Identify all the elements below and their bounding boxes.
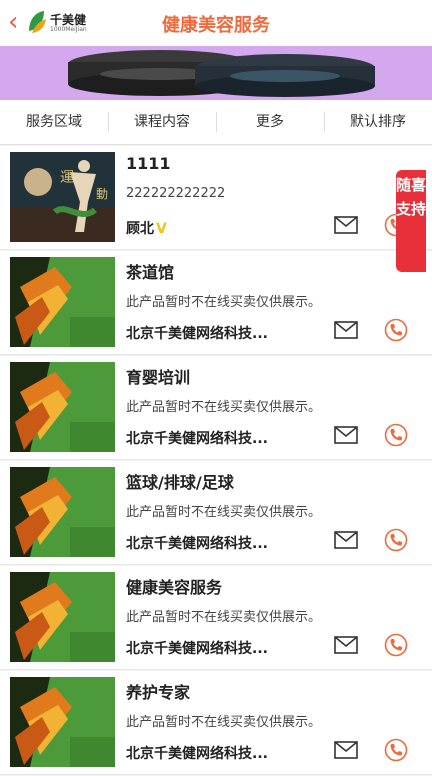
svg-text:動: 動: [96, 187, 108, 201]
placeholder-image: [10, 257, 115, 347]
product-thumbnail: [10, 362, 115, 452]
filter-bar: 服务区域 课程内容 更多 默认排序: [0, 100, 432, 145]
item-description: 222222222222: [126, 186, 226, 201]
list-item[interactable]: 篮球/排球/足球 此产品暂时不在线买卖仅供展示。 北京千美健网络科技...: [0, 461, 432, 565]
list-item[interactable]: 運 動 1111 222222222222 顾北 V: [0, 146, 432, 250]
mail-icon[interactable]: [334, 321, 358, 339]
phone-icon[interactable]: [384, 318, 408, 342]
phone-icon[interactable]: [384, 633, 408, 657]
list-item[interactable]: 茶道馆 此产品暂时不在线买卖仅供展示。 北京千美健网络科技...: [0, 251, 432, 355]
mail-icon[interactable]: [334, 636, 358, 654]
product-thumbnail: [10, 677, 115, 767]
leaf-logo-icon: [29, 11, 46, 33]
vip-badge: V: [156, 221, 167, 237]
service-list: 運 動 1111 222222222222 顾北 V 茶道馆 此产品暂时不在线买…: [0, 146, 432, 776]
item-description: 此产品暂时不在线买卖仅供展示。: [126, 505, 322, 520]
company-name: 顾北: [126, 221, 154, 237]
phone-icon[interactable]: [384, 738, 408, 762]
banner-image: [0, 46, 432, 100]
list-item[interactable]: 健康美容服务 此产品暂时不在线买卖仅供展示。 北京千美健网络科技...: [0, 566, 432, 670]
item-description: 此产品暂时不在线买卖仅供展示。: [126, 400, 322, 415]
item-company: 顾北 V: [126, 218, 167, 238]
item-company: 北京千美健网络科技...: [126, 641, 268, 657]
brand-logo: 千美健 1000MeiJian: [26, 9, 92, 37]
mail-icon[interactable]: [334, 741, 358, 759]
chevron-left-icon[interactable]: ‹: [8, 8, 28, 36]
item-description: 此产品暂时不在线买卖仅供展示。: [126, 295, 322, 310]
placeholder-image: [10, 677, 115, 767]
list-item[interactable]: 育婴培训 此产品暂时不在线买卖仅供展示。 北京千美健网络科技...: [0, 356, 432, 460]
phone-icon[interactable]: [384, 423, 408, 447]
item-company: 北京千美健网络科技...: [126, 536, 268, 552]
item-description: 此产品暂时不在线买卖仅供展示。: [126, 715, 322, 730]
placeholder-image: [10, 572, 115, 662]
item-name: 育婴培训: [126, 368, 191, 387]
placeholder-image: [10, 362, 115, 452]
logo-subtext: 1000MeiJian: [50, 26, 87, 33]
filter-sort[interactable]: 默认排序: [324, 100, 432, 144]
product-thumbnail: [10, 572, 115, 662]
promo-banner[interactable]: [0, 46, 432, 100]
filter-course-content[interactable]: 课程内容: [108, 100, 216, 144]
item-name: 篮球/排球/足球: [126, 473, 234, 492]
item-company: 北京千美健网络科技...: [126, 326, 268, 342]
mail-icon[interactable]: [334, 216, 358, 234]
item-company: 北京千美健网络科技...: [126, 746, 268, 762]
filter-more[interactable]: 更多: [216, 100, 324, 144]
mail-icon[interactable]: [334, 531, 358, 549]
item-company: 北京千美健网络科技...: [126, 431, 268, 447]
list-item[interactable]: 养护专家 此产品暂时不在线买卖仅供展示。 北京千美健网络科技...: [0, 671, 432, 775]
item-name: 养护专家: [126, 683, 191, 702]
support-button[interactable]: 随喜支持: [396, 170, 426, 272]
filter-service-area[interactable]: 服务区域: [0, 100, 108, 144]
svg-text:運: 運: [60, 170, 74, 186]
product-thumbnail: 運 動: [10, 152, 115, 242]
mail-icon[interactable]: [334, 426, 358, 444]
item-description: 此产品暂时不在线买卖仅供展示。: [126, 610, 322, 625]
product-thumbnail: [10, 257, 115, 347]
placeholder-image: [10, 467, 115, 557]
sports-poster-image: 運 動: [10, 152, 115, 242]
item-name: 健康美容服务: [126, 578, 223, 597]
item-name: 1111: [126, 154, 171, 173]
top-bar: ‹ 千美健 1000MeiJian 健康美容服务: [0, 0, 432, 47]
page-title: 健康美容服务: [162, 15, 270, 36]
item-name: 茶道馆: [126, 263, 175, 282]
product-thumbnail: [10, 467, 115, 557]
phone-icon[interactable]: [384, 528, 408, 552]
